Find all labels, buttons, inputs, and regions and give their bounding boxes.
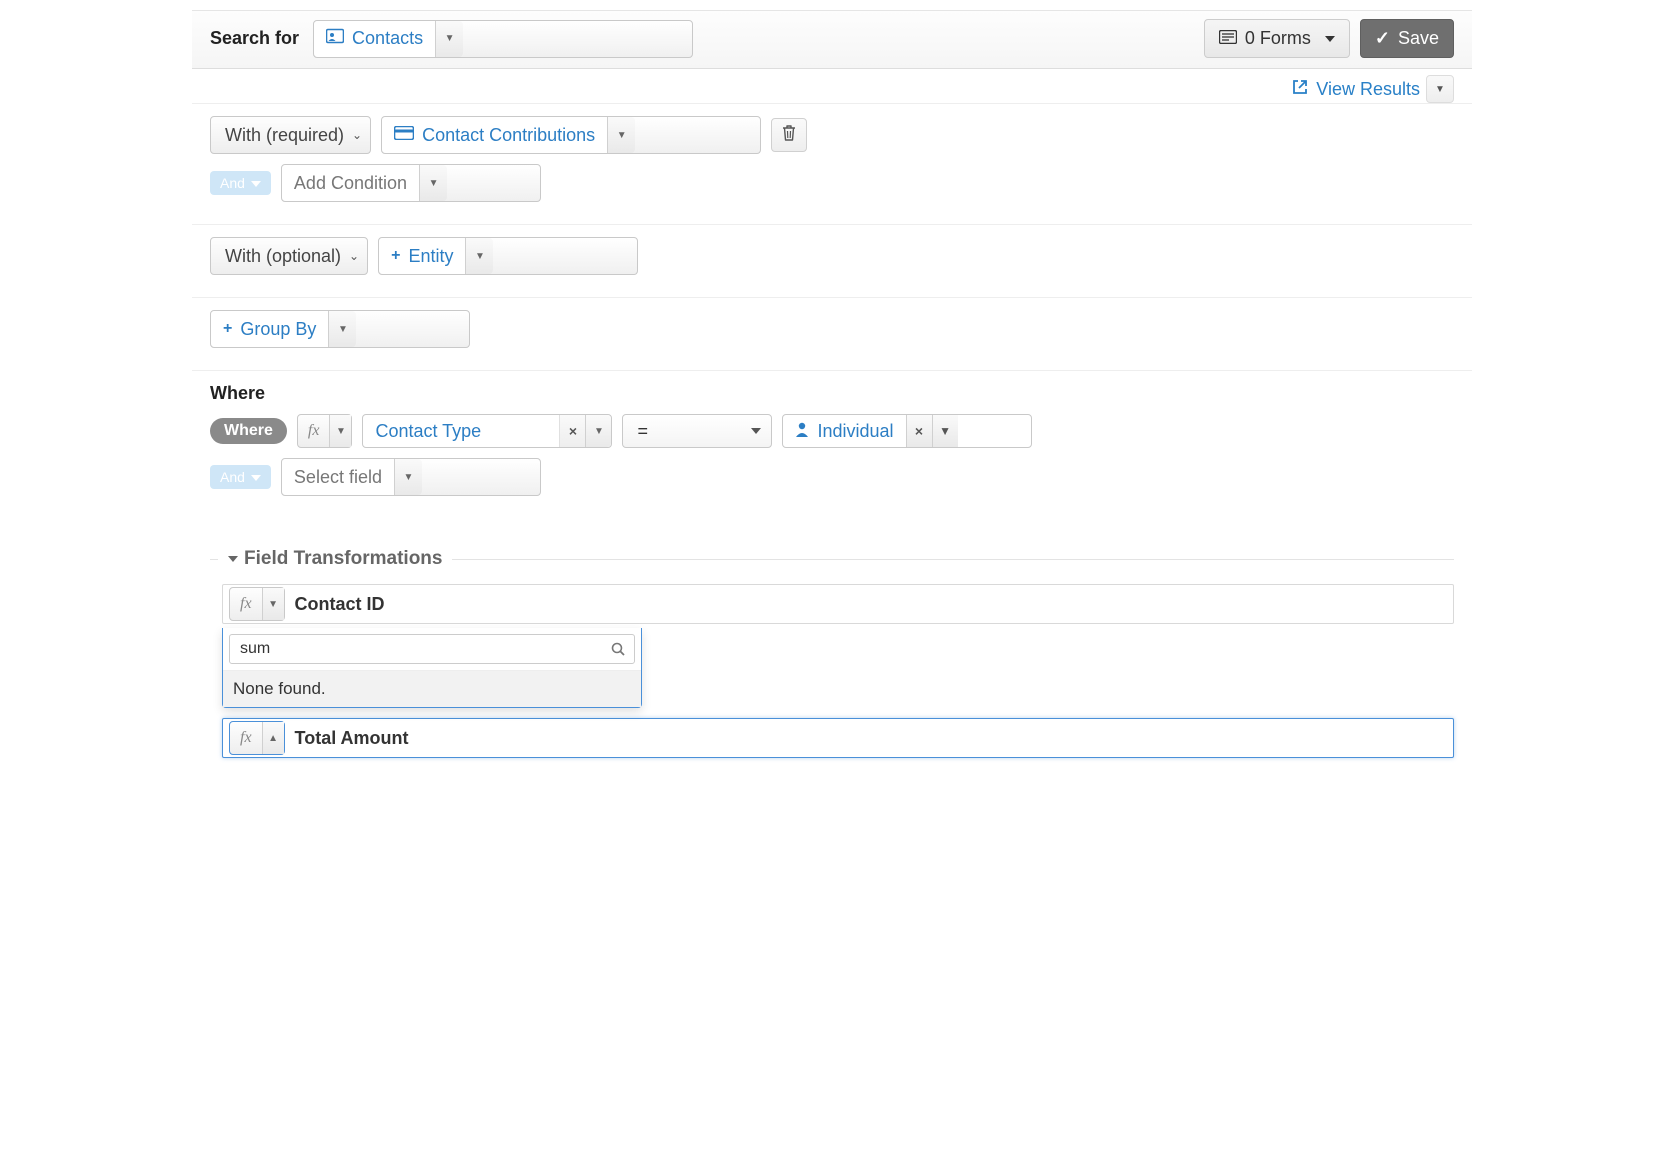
- where-select-field-placeholder: Select field: [294, 467, 382, 488]
- where-field-select[interactable]: Contact Type × ▼: [362, 414, 612, 448]
- where-value-text: Individual: [817, 421, 893, 442]
- clear-icon[interactable]: ×: [559, 415, 585, 447]
- ft-fx-button[interactable]: fx ▼: [229, 587, 285, 621]
- chevron-down-icon: ⌄: [352, 128, 362, 142]
- group-by-section: + Group By ▼: [192, 297, 1472, 370]
- chevron-down-icon: ⌄: [349, 249, 359, 263]
- ft-row-total-amount: fx ▲ Total Amount: [222, 718, 1454, 758]
- with-optional-entity-select[interactable]: + Entity ▼: [378, 237, 638, 275]
- and-operator-chip[interactable]: And: [210, 171, 271, 195]
- chevron-down-icon[interactable]: ▼: [585, 415, 611, 447]
- forms-label: 0 Forms: [1245, 28, 1311, 49]
- clear-icon[interactable]: ×: [906, 415, 932, 447]
- search-entity-select[interactable]: Contacts ▼: [313, 20, 693, 58]
- with-optional-label: With (optional): [225, 246, 341, 267]
- chevron-down-icon[interactable]: ▼: [394, 459, 422, 495]
- where-operator-select[interactable]: =: [622, 414, 772, 448]
- ft-field-label: Total Amount: [295, 728, 409, 749]
- add-condition-select[interactable]: Add Condition ▼: [281, 164, 541, 202]
- view-results-label: View Results: [1316, 79, 1420, 100]
- chevron-down-icon[interactable]: ▼: [435, 21, 463, 57]
- search-entity-value: Contacts: [352, 28, 423, 49]
- ft-row-contact-id: fx ▼ Contact ID: [222, 584, 1454, 624]
- forms-button[interactable]: 0 Forms: [1204, 19, 1350, 58]
- where-heading: Where: [210, 383, 1454, 404]
- field-transformations-header[interactable]: Field Transformations: [192, 548, 1472, 570]
- group-by-label: Group By: [240, 319, 316, 340]
- checkmark-icon: ✓: [1375, 28, 1390, 49]
- and-label: And: [220, 175, 245, 191]
- and-operator-chip[interactable]: And: [210, 465, 271, 489]
- topbar: Search for Contacts ▼ 0 Forms ✓ Save: [192, 10, 1472, 69]
- caret-down-icon: [245, 175, 261, 191]
- plus-icon: +: [223, 320, 232, 338]
- chevron-down-icon: ▼: [262, 588, 284, 620]
- chevron-down-icon[interactable]: ▼: [607, 117, 635, 153]
- group-by-select[interactable]: + Group By ▼: [210, 310, 470, 348]
- with-required-select[interactable]: With (required) ⌄: [210, 116, 371, 154]
- fx-dropdown-popup: None found.: [222, 628, 642, 708]
- trash-icon: [782, 125, 796, 146]
- credit-card-icon: [394, 126, 414, 145]
- where-field-value: Contact Type: [363, 421, 559, 442]
- ft-fx-button-open[interactable]: fx ▲: [229, 721, 285, 755]
- fx-dropdown-results: None found.: [223, 671, 641, 707]
- where-section: Where Where fx ▼ Contact Type × ▼ = In: [192, 370, 1472, 518]
- contact-card-icon: [326, 28, 344, 49]
- caret-down-icon: [245, 469, 261, 485]
- with-required-label: With (required): [225, 125, 344, 146]
- fx-label: fx: [230, 729, 262, 747]
- chevron-down-icon[interactable]: ▼: [932, 415, 958, 447]
- and-label: And: [220, 469, 245, 485]
- chevron-down-icon[interactable]: ▼: [419, 165, 447, 201]
- ft-field-label: Contact ID: [295, 594, 385, 615]
- delete-button[interactable]: [771, 118, 807, 152]
- where-operator-value: =: [637, 421, 648, 442]
- with-optional-section: With (optional) ⌄ + Entity ▼: [192, 224, 1472, 297]
- chevron-up-icon: ▲: [262, 722, 284, 754]
- view-results-dropdown[interactable]: ▼: [1426, 75, 1454, 103]
- where-select-field[interactable]: Select field ▼: [281, 458, 541, 496]
- person-icon: [795, 421, 809, 442]
- chevron-down-icon: ▼: [329, 415, 351, 447]
- where-pill: Where: [210, 418, 287, 444]
- chevron-down-icon[interactable]: ▼: [328, 311, 356, 347]
- form-icon: [1219, 28, 1237, 49]
- fx-search-input[interactable]: [229, 634, 635, 664]
- fx-label: fx: [298, 422, 330, 440]
- search-for-label: Search for: [210, 28, 299, 49]
- search-icon: [611, 642, 625, 660]
- with-required-section: With (required) ⌄ Contact Contributions …: [192, 103, 1472, 224]
- where-fx-button[interactable]: fx ▼: [297, 414, 353, 448]
- save-label: Save: [1398, 28, 1439, 49]
- view-results-link[interactable]: View Results: [1292, 79, 1420, 100]
- external-link-icon: [1292, 79, 1308, 100]
- field-transformations-title: Field Transformations: [244, 548, 442, 570]
- fx-label: fx: [230, 595, 262, 613]
- with-optional-entity-placeholder: Entity: [408, 246, 453, 267]
- save-button[interactable]: ✓ Save: [1360, 19, 1454, 58]
- with-required-entity-select[interactable]: Contact Contributions ▼: [381, 116, 761, 154]
- with-optional-select[interactable]: With (optional) ⌄: [210, 237, 368, 275]
- chevron-down-icon[interactable]: ▼: [465, 238, 493, 274]
- plus-icon: +: [391, 247, 400, 265]
- add-condition-placeholder: Add Condition: [294, 173, 407, 194]
- with-required-entity-value: Contact Contributions: [422, 125, 595, 146]
- where-value-select[interactable]: Individual × ▼: [782, 414, 1032, 448]
